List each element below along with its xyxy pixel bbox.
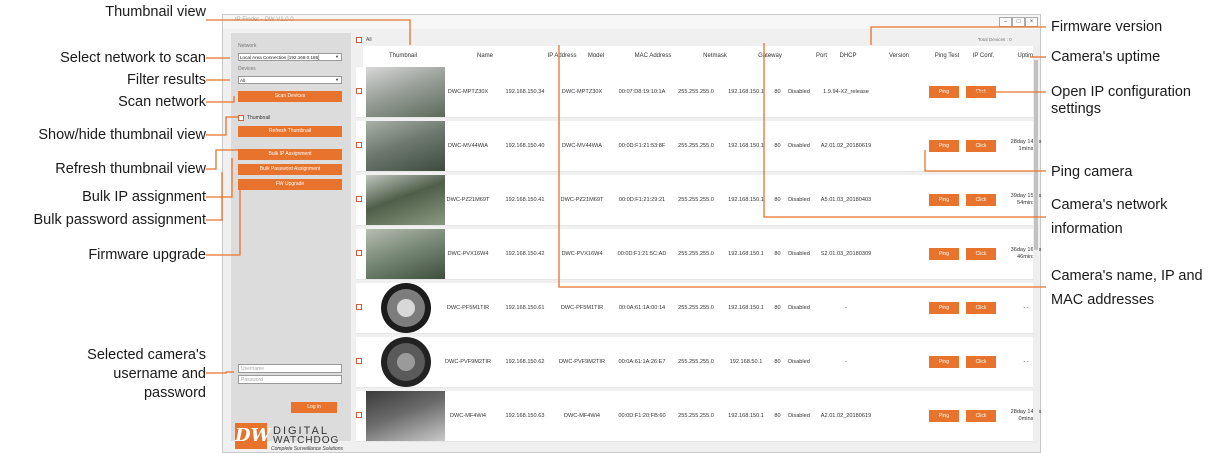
callout-line-bulk-ip [206,158,233,198]
annotation-scan-network: Scan network [118,94,206,110]
annotation-filter-results: Filter results [127,72,206,88]
annotation-firmware-version: Firmware version [1051,19,1163,35]
annotation-firmware-upgrade: Firmware upgrade [88,247,206,263]
annotation-name-ip-mac-line-2: MAC addresses [1051,292,1155,308]
annotation-name-ip-mac-line-1: Camera's name, IP and [1051,268,1203,284]
callout-line-name-ip-mac [558,45,1046,288]
callout-line-network-info [763,43,1046,218]
callout-line-scan [206,96,235,103]
annotation-bulk-ip: Bulk IP assignment [82,189,206,205]
annotation-ping-camera: Ping camera [1051,164,1133,180]
callout-line-credentials [206,371,234,374]
annotation-select-network: Select network to scan [60,50,206,66]
callout-line-bulk-password [206,172,223,221]
annotation-credentials-line-3: password [143,385,206,401]
annotation-network-info-line-1: Camera's network [1051,197,1168,213]
annotation-network-info-line-2: information [1051,221,1123,237]
annotation-credentials-line-1: Selected camera's [87,347,206,363]
callout-line-thumbnail-toggle [206,116,238,136]
annotation-camera-uptime: Camera's uptime [1051,49,1161,65]
annotation-ip-config-line-2: settings [1051,101,1101,117]
figure: IP Finder - DW V1.0.0 – □ × Network Loca… [0,0,1226,453]
callout-line-fw [206,188,241,256]
annotation-bulk-password: Bulk password assignment [33,212,206,228]
callout-line-ping [924,150,1046,172]
annotation-refresh-thumbnail: Refresh thumbnail view [55,161,206,177]
annotation-ip-config-line-1: Open IP configuration [1051,84,1191,100]
callout-line-version [870,26,1046,45]
annotation-show-hide-thumbnail: Show/hide thumbnail view [38,127,206,143]
annotation-credentials-line-2: username and [113,366,206,382]
callout-line-refresh [206,149,240,170]
callout-line-thumbnail [206,19,411,45]
annotation-thumbnail-view: Thumbnail view [105,4,206,20]
